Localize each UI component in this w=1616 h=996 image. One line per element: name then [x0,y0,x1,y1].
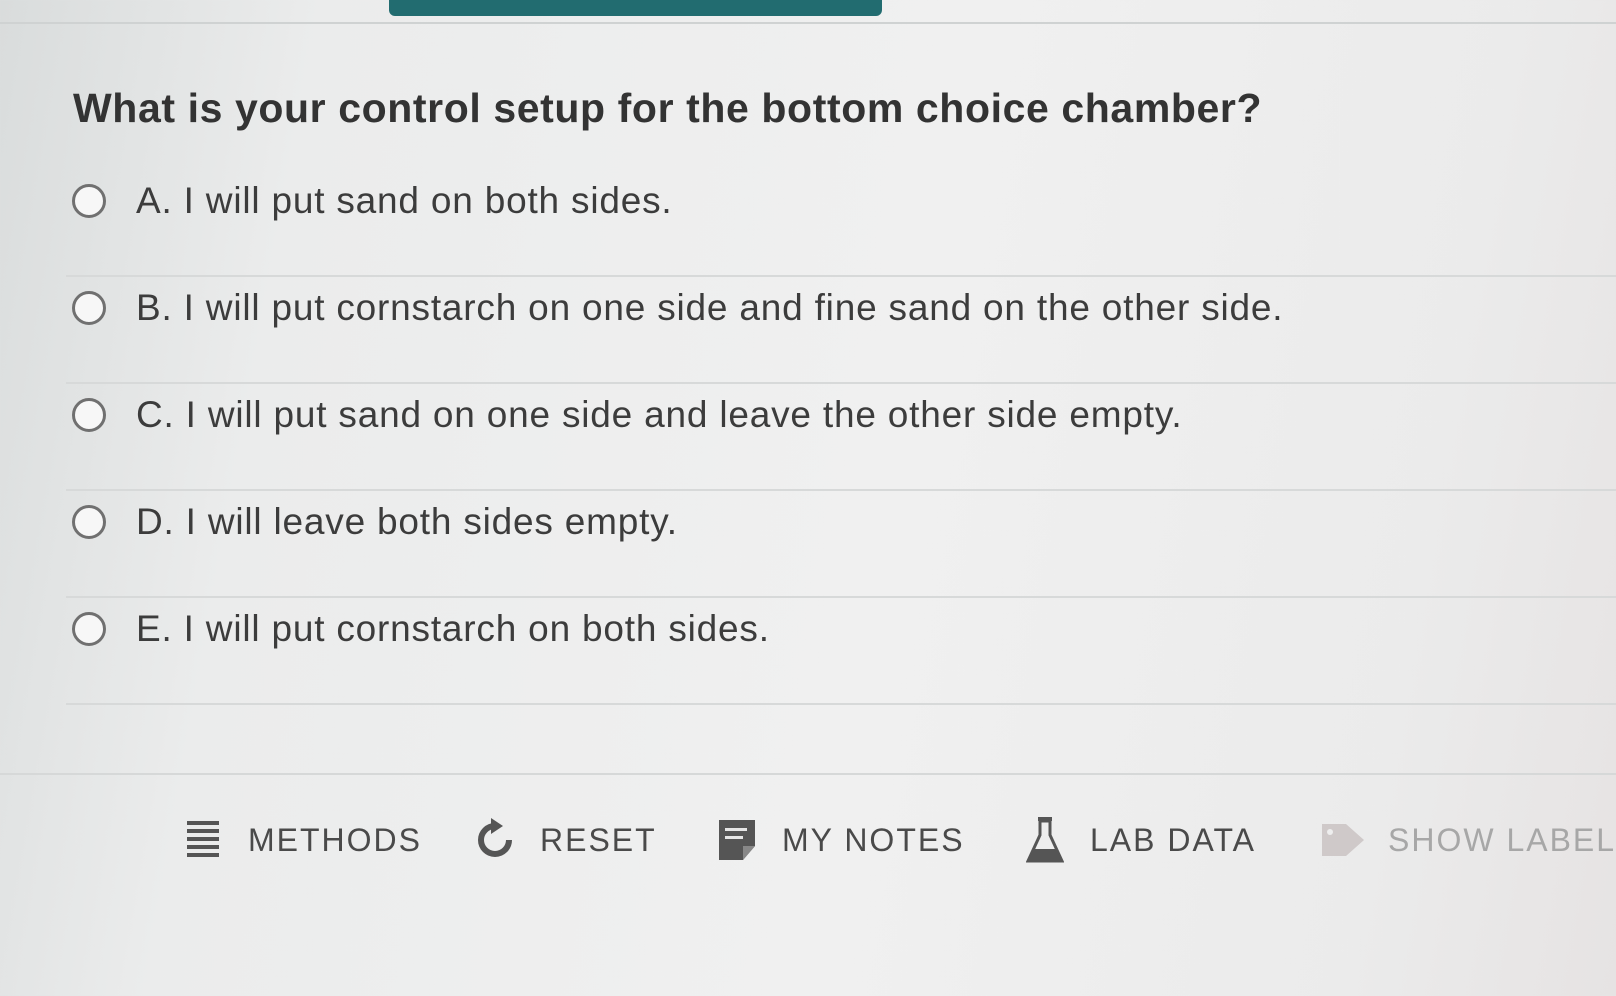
flask-icon [1022,817,1068,863]
option-c-label[interactable]: C. I will put sand on one side and leave… [136,394,1182,436]
footer-divider [0,773,1616,775]
option-a-label[interactable]: A. I will put sand on both sides. [136,180,672,222]
radio-button-c[interactable] [72,398,106,432]
radio-button-e[interactable] [72,612,106,646]
header-divider [0,22,1616,24]
option-b-label[interactable]: B. I will put cornstarch on one side and… [136,287,1283,329]
option-d[interactable]: D. I will leave both sides empty. [66,491,1616,598]
my-notes-button[interactable]: MY NOTES [714,810,965,870]
reset-icon [472,817,518,863]
reset-label: RESET [540,821,657,858]
tag-icon [1320,817,1366,863]
bottom-toolbar: METHODS RESET MY NOTES LAB DATA SHOW LAB… [180,810,1616,870]
question-text: What is your control setup for the botto… [73,85,1263,131]
option-e-label[interactable]: E. I will put cornstarch on both sides. [136,608,770,650]
progress-bar [389,0,882,16]
reset-button[interactable]: RESET [472,810,657,870]
option-b[interactable]: B. I will put cornstarch on one side and… [66,277,1616,384]
answer-options: A. I will put sand on both sides. B. I w… [66,170,1616,705]
option-e[interactable]: E. I will put cornstarch on both sides. [66,598,1616,705]
radio-button-a[interactable] [72,184,106,218]
methods-button[interactable]: METHODS [180,810,422,870]
option-d-label[interactable]: D. I will leave both sides empty. [136,501,678,543]
option-a[interactable]: A. I will put sand on both sides. [66,170,1616,277]
notes-icon [714,817,760,863]
list-icon [180,817,226,863]
my-notes-label: MY NOTES [782,821,965,858]
show-labels-label: SHOW LABELS [1388,821,1616,858]
radio-button-d[interactable] [72,505,106,539]
lab-data-button[interactable]: LAB DATA [1022,810,1256,870]
show-labels-button[interactable]: SHOW LABELS [1320,810,1616,870]
lab-data-label: LAB DATA [1090,821,1256,858]
radio-button-b[interactable] [72,291,106,325]
option-c[interactable]: C. I will put sand on one side and leave… [66,384,1616,491]
methods-label: METHODS [248,821,422,858]
